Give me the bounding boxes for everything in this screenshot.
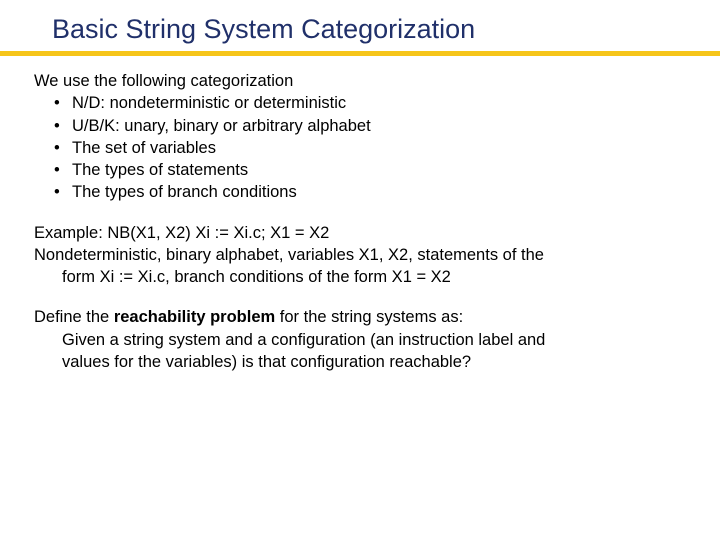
reach-line: Define the reachability problem for the … (34, 306, 686, 328)
list-item: U/B/K: unary, binary or arbitrary alphab… (34, 115, 686, 137)
slide-body: We use the following categorization N/D:… (0, 56, 720, 373)
list-item: N/D: nondeterministic or deterministic (34, 92, 686, 114)
example-line: Example: NB(X1, X2) Xi := Xi.c; X1 = X2 (34, 222, 686, 244)
reachability-block: Define the reachability problem for the … (34, 306, 686, 373)
reach-suffix: for the string systems as: (275, 308, 463, 326)
intro-text: We use the following categorization (34, 70, 686, 92)
reach-line: values for the variables) is that config… (34, 351, 686, 373)
list-item: The types of statements (34, 159, 686, 181)
intro-block: We use the following categorization N/D:… (34, 70, 686, 204)
slide-title: Basic String System Categorization (0, 0, 720, 51)
example-line: Nondeterministic, binary alphabet, varia… (34, 244, 686, 266)
example-line: form Xi := Xi.c, branch conditions of th… (34, 266, 686, 288)
bullet-list: N/D: nondeterministic or deterministic U… (34, 92, 686, 203)
reach-line: Given a string system and a configuratio… (34, 329, 686, 351)
list-item: The types of branch conditions (34, 181, 686, 203)
list-item: The set of variables (34, 137, 686, 159)
reach-bold: reachability problem (114, 308, 275, 326)
example-block: Example: NB(X1, X2) Xi := Xi.c; X1 = X2 … (34, 222, 686, 289)
reach-prefix: Define the (34, 308, 114, 326)
